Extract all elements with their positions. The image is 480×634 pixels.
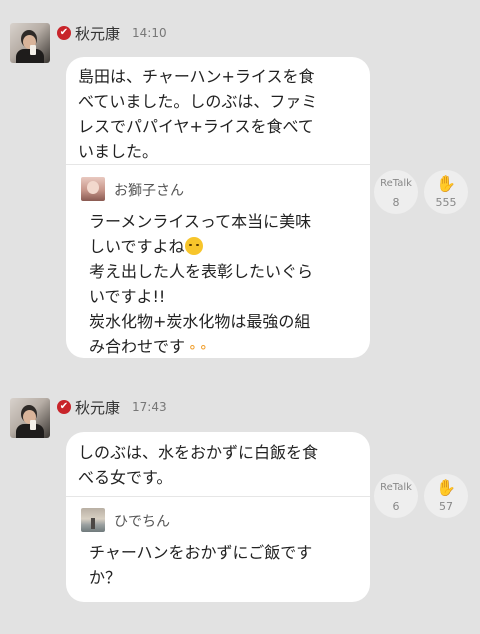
author-avatar[interactable] — [10, 398, 50, 438]
reply-name[interactable]: ひでちん — [114, 511, 170, 531]
clap-icon: ✋ — [436, 174, 456, 193]
reply-divider — [66, 164, 370, 165]
post-time: 14:10 — [132, 26, 167, 40]
reply-name[interactable]: お獅子さん — [114, 180, 184, 200]
verified-badge-icon: ✔ — [57, 26, 71, 40]
bicycle-emoji-icon: ⚬⚬ — [187, 341, 209, 356]
message-bubble[interactable]: 島田は、チャーハン+ライスを食 べていました。しのぶは、ファミ レスでパパイヤ+… — [66, 57, 370, 358]
retalk-count: 8 — [392, 196, 400, 209]
message-text: しのぶは、水をおかずに白飯を食 べる女です。 — [78, 443, 319, 487]
reply-avatar[interactable] — [81, 177, 105, 201]
clap-button[interactable]: ✋ 57 — [424, 474, 468, 518]
retalk-button[interactable]: ReTalk 6 — [374, 474, 418, 518]
post-time: 17:43 — [132, 400, 167, 414]
author-avatar[interactable] — [10, 23, 50, 63]
reply-text: チャーハンをおかずにご飯です か？ — [89, 543, 313, 587]
retalk-label: ReTalk — [380, 482, 412, 493]
message-bubble[interactable]: しのぶは、水をおかずに白飯を食 べる女です。 ひでちん チャーハンをおかずにご飯… — [66, 432, 370, 602]
author-name[interactable]: 秋元康 — [75, 23, 120, 44]
retalk-button[interactable]: ReTalk 8 — [374, 170, 418, 214]
clap-button[interactable]: ✋ 555 — [424, 170, 468, 214]
message-text: 島田は、チャーハン+ライスを食 べていました。しのぶは、ファミ レスでパパイヤ+… — [78, 67, 318, 161]
clap-count: 555 — [435, 196, 457, 209]
retalk-count: 6 — [392, 500, 400, 513]
blush-emoji-icon — [184, 237, 203, 255]
clap-count: 57 — [439, 500, 453, 513]
retalk-label: ReTalk — [380, 178, 412, 189]
reply-divider — [66, 496, 370, 497]
author-name[interactable]: 秋元康 — [75, 397, 120, 418]
clap-icon: ✋ — [436, 478, 456, 497]
reply-text: ラーメンライスって本当に美味 しいですよね 考え出した人を表彰したいぐら いです… — [89, 209, 367, 361]
verified-badge-icon: ✔ — [57, 400, 71, 414]
reply-avatar[interactable] — [81, 508, 105, 532]
